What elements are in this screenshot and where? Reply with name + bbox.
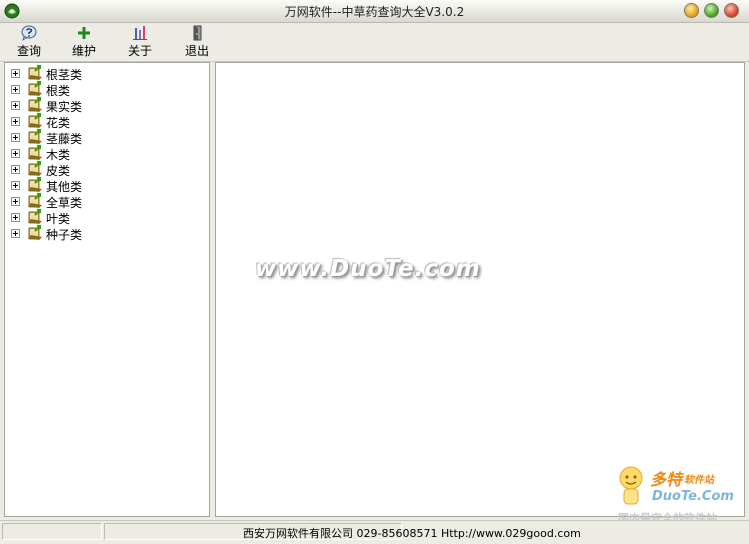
exit-label: 退出	[184, 44, 209, 58]
exit-button[interactable]: 退出	[174, 24, 220, 60]
category-book-icon	[28, 97, 42, 112]
tree-item-label: 茎藤类	[46, 132, 83, 146]
expand-icon[interactable]	[11, 197, 20, 206]
category-tree[interactable]: 根茎类根类果实类花类茎藤类木类皮类其他类全草类叶类种子类	[4, 62, 210, 517]
query-button[interactable]: 查询	[6, 24, 52, 60]
category-book-icon	[28, 193, 42, 208]
maximize-button[interactable]	[704, 3, 719, 18]
expand-icon[interactable]	[11, 85, 20, 94]
plus-icon	[78, 27, 90, 39]
tree-item-label: 木类	[46, 148, 71, 162]
about-icon	[133, 26, 147, 40]
expand-icon[interactable]	[11, 165, 20, 174]
expand-icon[interactable]	[11, 69, 20, 78]
category-book-icon	[28, 129, 42, 144]
tree-item-label: 全草类	[46, 196, 83, 210]
window-title: 万网软件--中草药查询大全V3.0.2	[284, 5, 465, 19]
logo-line2: DuoTe.Com	[652, 489, 734, 504]
tree-item-label: 根茎类	[46, 68, 83, 82]
about-label: 关于	[127, 44, 152, 58]
category-book-icon	[28, 65, 42, 80]
maintain-label: 维护	[71, 44, 96, 58]
status-bar: 西安万网软件有限公司 029-85608571 Http://www.029go…	[0, 520, 749, 544]
content-pane[interactable]	[215, 62, 745, 517]
category-book-icon	[28, 161, 42, 176]
tree-item-label: 叶类	[46, 212, 71, 226]
maintain-button[interactable]: 维护	[61, 24, 107, 60]
category-book-icon	[28, 113, 42, 128]
tree-item-label: 花类	[46, 116, 71, 130]
logo-line1: 多特	[650, 470, 683, 489]
mascot-icon	[619, 466, 643, 505]
tree-item-label: 种子类	[46, 228, 83, 242]
exit-door-icon	[193, 25, 202, 41]
query-label: 查询	[16, 44, 41, 58]
watermark-text: www.DuoTe.com	[255, 256, 481, 282]
tree-item-label: 根类	[46, 84, 71, 98]
category-book-icon	[28, 81, 42, 96]
title-bar[interactable]: 万网软件--中草药查询大全V3.0.2	[0, 0, 749, 23]
expand-icon[interactable]	[11, 181, 20, 190]
about-button[interactable]: 关于	[117, 24, 163, 60]
expand-icon[interactable]	[11, 229, 20, 238]
expand-icon[interactable]	[11, 213, 20, 222]
category-book-icon	[28, 145, 42, 160]
expand-icon[interactable]	[11, 149, 20, 158]
expand-icon[interactable]	[11, 101, 20, 110]
status-cell-left	[2, 523, 102, 540]
toolbar: 查询 维护 关于 退出	[0, 23, 749, 62]
category-book-icon	[28, 177, 42, 192]
query-icon	[21, 25, 37, 41]
category-book-icon	[28, 209, 42, 224]
site-logo: 多特 软件站 DuoTe.Com 国内最安全的软件站	[612, 462, 742, 527]
expand-icon[interactable]	[11, 117, 20, 126]
tree-item-label: 其他类	[46, 180, 83, 194]
logo-line1-suffix: 软件站	[684, 475, 714, 486]
tree-item-label: 果实类	[46, 100, 83, 114]
category-book-icon	[28, 225, 42, 240]
status-text: 西安万网软件有限公司 029-85608571 Http://www.029go…	[243, 527, 581, 540]
minimize-button[interactable]	[684, 3, 699, 18]
tree-item-label: 皮类	[46, 164, 71, 178]
close-button[interactable]	[724, 3, 739, 18]
expand-icon[interactable]	[11, 133, 20, 142]
